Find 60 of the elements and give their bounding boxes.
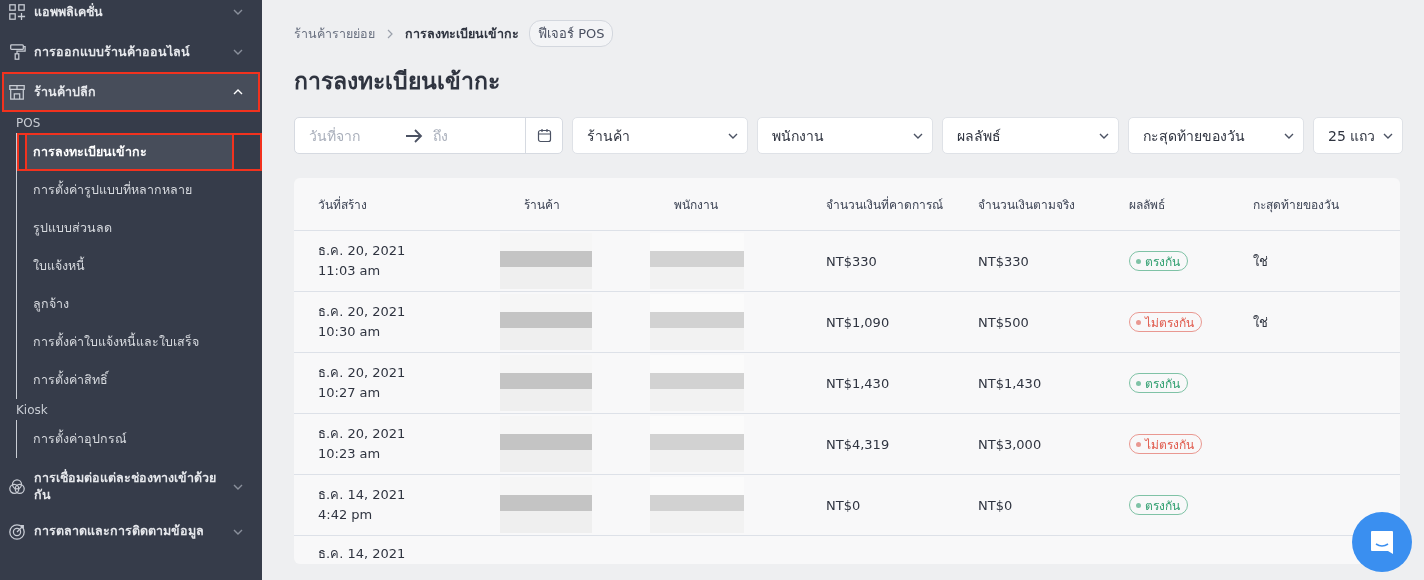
- date-cell-text: ธ.ค. 20, 2021 10:23 am: [317, 425, 407, 463]
- date-cell-text: ธ.ค. 20, 2021 10:27 am: [317, 364, 407, 402]
- sidebar-item[interactable]: การตั้งค่าอุปกรณ์: [1, 420, 262, 458]
- section-label: POS: [15, 115, 42, 132]
- sidebar-item[interactable]: การตั้งค่าสิทธิ์: [1, 361, 262, 399]
- date-cell-text: ธ.ค. 14, 2021 4:42 pm: [317, 486, 407, 524]
- section-label: Kiosk: [15, 402, 49, 419]
- sidebar-item[interactable]: ลูกจ้าง: [1, 285, 262, 323]
- circles-icon: [8, 477, 26, 496]
- feature-tag: ฟีเจอร์ POS: [529, 20, 614, 47]
- filter-dropdown[interactable]: 25 แถว: [1313, 117, 1403, 154]
- column-header: กะสุดท้ายของวัน: [1252, 196, 1340, 214]
- target-icon: [8, 522, 26, 541]
- column-header: พนักงาน: [673, 196, 719, 214]
- date-cell-text: ธ.ค. 20, 2021 10:30 am: [317, 303, 407, 341]
- store-icon: [8, 83, 26, 101]
- table-cell-text: NT$3,000: [977, 436, 1043, 452]
- grid-plus-icon: [8, 3, 26, 21]
- column-header: จำนวนเงินตามจริง: [977, 196, 1076, 214]
- sidebar-item[interactable]: การตั้งค่าใบแจ้งหนี้และใบเสร็จ: [1, 323, 262, 361]
- column-header: ร้านค้า: [523, 196, 561, 214]
- table-cell-text: NT$1,430: [825, 375, 891, 391]
- paint-roller-icon: [8, 43, 26, 61]
- chevron-right-icon: [385, 28, 395, 39]
- column-header: ผลลัพธ์: [1128, 196, 1166, 214]
- sidebar-item[interactable]: การลงทะเบียนเข้ากะ: [25, 133, 234, 171]
- breadcrumb-item: การลงทะเบียนเข้ากะ: [405, 24, 519, 43]
- calendar-icon[interactable]: [536, 128, 552, 143]
- sidebar-group[interactable]: แอพพลิเคชั่น: [2, 0, 260, 32]
- date-cell-text: ธ.ค. 14, 2021: [317, 545, 407, 563]
- sidebar-group[interactable]: การตลาดและการติดตามข้อมูล: [2, 511, 260, 552]
- sidebar-group[interactable]: การเชื่อมต่อแต่ละช่องทางเข้าด้วยกัน: [2, 462, 260, 512]
- filter-dropdown[interactable]: พนักงาน: [757, 117, 933, 154]
- arrow-right-icon: [405, 128, 423, 143]
- breadcrumb-item[interactable]: ร้านค้ารายย่อย: [294, 23, 375, 44]
- table-cell-text: NT$500: [977, 314, 1030, 330]
- table-cell-text: NT$1,090: [825, 314, 891, 330]
- table-cell-text: NT$330: [825, 253, 878, 269]
- filter-dropdown[interactable]: ผลลัพธ์: [942, 117, 1119, 154]
- filter-dropdown[interactable]: กะสุดท้ายของวัน: [1128, 117, 1304, 154]
- filter-dropdown[interactable]: ร้านค้า: [572, 117, 748, 154]
- sidebar-item[interactable]: รูปแบบส่วนลด: [1, 209, 262, 247]
- table-cell-text: ใช่: [1252, 313, 1269, 332]
- sidebar-group[interactable]: การออกแบบร้านค้าออนไลน์: [2, 32, 260, 72]
- sidebar-group[interactable]: ร้านค้าปลีก: [2, 72, 260, 112]
- sidebar-item[interactable]: การตั้งค่ารูปแบบที่หลากหลาย: [1, 171, 262, 209]
- date-from-input[interactable]: วันที่จาก: [307, 126, 381, 145]
- table-cell-text: ใช่: [1252, 252, 1269, 271]
- chat-icon: [1369, 529, 1395, 555]
- table-cell-text: NT$330: [977, 253, 1030, 269]
- table-cell-text: NT$4,319: [825, 436, 891, 452]
- column-header: วันที่สร้าง: [317, 195, 368, 214]
- table-cell-text: NT$0: [977, 497, 1014, 513]
- page-title: การลงทะเบียนเข้ากะ: [294, 67, 501, 96]
- date-cell-text: ธ.ค. 20, 2021 11:03 am: [317, 242, 407, 280]
- column-header: จำนวนเงินที่คาดการณ์: [825, 195, 944, 214]
- date-to-input[interactable]: ถึง: [431, 126, 505, 145]
- table-cell-text: NT$1,430: [977, 375, 1043, 391]
- table-cell-text: NT$0: [825, 497, 862, 513]
- sidebar-item[interactable]: ใบแจ้งหนี้: [1, 247, 262, 285]
